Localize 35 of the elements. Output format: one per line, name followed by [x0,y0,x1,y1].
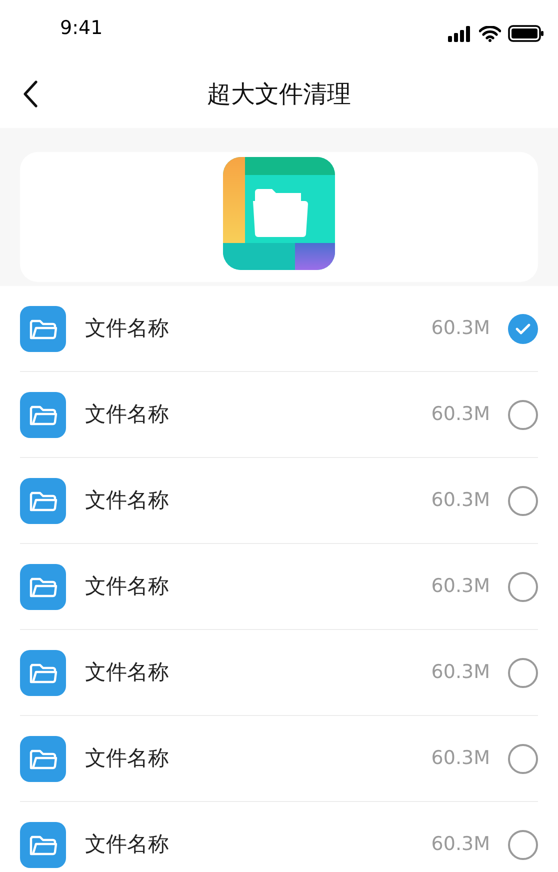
select-checkbox[interactable] [508,486,538,516]
file-size: 60.3M [431,316,490,342]
folder-icon [20,650,66,696]
page-title: 超大文件清理 [207,79,351,110]
file-size: 60.3M [431,660,490,686]
folder-app-logo-icon [223,157,335,270]
file-name: 文件名称 [85,314,170,342]
select-checkbox[interactable] [508,314,538,344]
check-icon [515,322,531,334]
select-checkbox[interactable] [508,400,538,430]
file-name: 文件名称 [85,744,170,772]
folder-icon [20,736,66,782]
file-size: 60.3M [431,746,490,772]
file-name: 文件名称 [85,658,170,686]
file-size: 60.3M [431,832,490,858]
file-name: 文件名称 [85,830,170,858]
folder-icon [20,306,66,352]
folder-icon [20,392,66,438]
file-size: 60.3M [431,402,490,428]
select-checkbox[interactable] [508,572,538,602]
select-checkbox[interactable] [508,744,538,774]
select-checkbox[interactable] [508,658,538,688]
folder-icon [20,478,66,524]
wifi-icon [479,26,501,42]
select-checkbox[interactable] [508,830,538,860]
status-time: 9:41 [60,16,103,40]
battery-icon [508,25,544,42]
file-name: 文件名称 [85,400,170,428]
file-name: 文件名称 [85,486,170,514]
file-name: 文件名称 [85,572,170,600]
folder-icon [20,564,66,610]
signal-icon [448,26,472,42]
file-size: 60.3M [431,574,490,600]
file-size: 60.3M [431,488,490,514]
folder-icon [20,822,66,868]
